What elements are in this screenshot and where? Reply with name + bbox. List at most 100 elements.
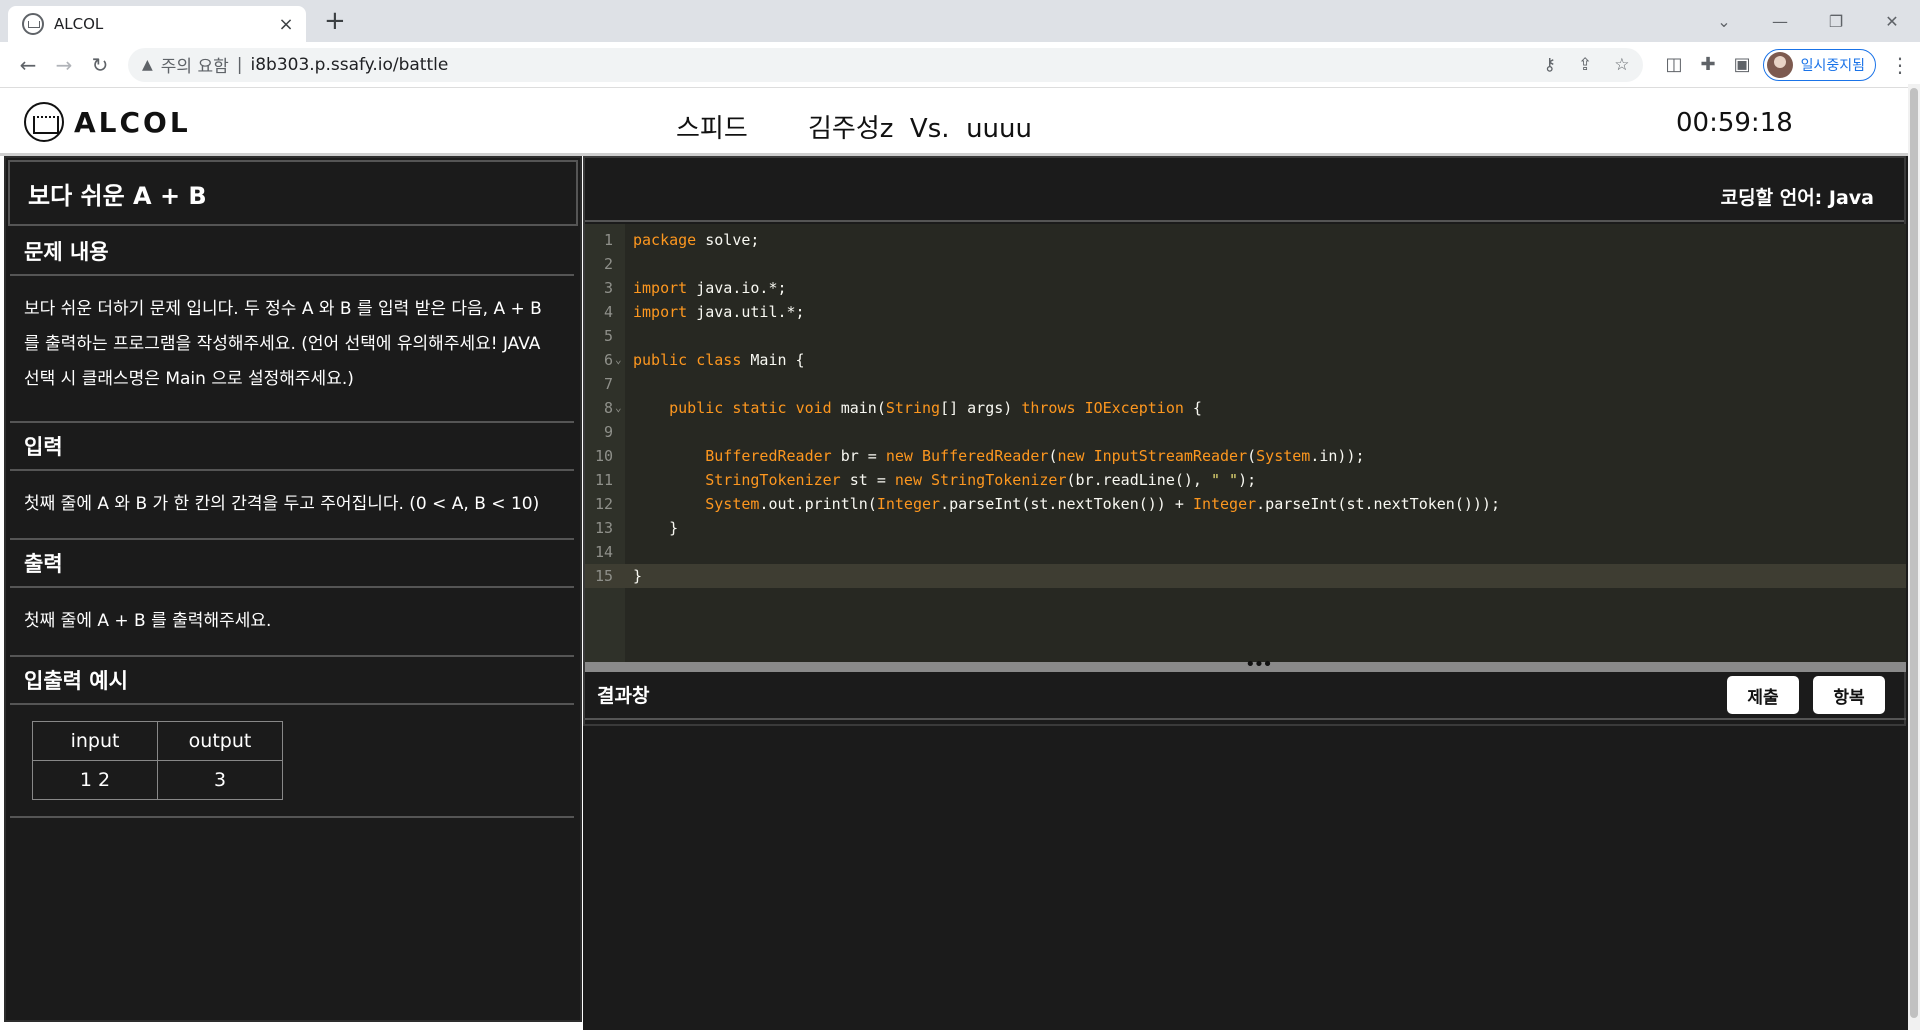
line-number: 1: [603, 231, 613, 249]
avatar: [1766, 51, 1793, 78]
line-number: 10: [594, 447, 613, 465]
star-icon[interactable]: ☆: [1614, 55, 1629, 75]
app-header: ALCOL 스피드 김주성z Vs. uuuu 00:59:18: [0, 88, 1920, 156]
fold-chevron-icon[interactable]: ⌄: [615, 396, 622, 420]
code-line[interactable]: 4 import java.util.*;: [585, 300, 1906, 324]
input-text: 첫째 줄에 A 와 B 가 한 칸의 간격을 두고 주어집니다. (0 < A,…: [10, 471, 574, 540]
scrollbar-thumb[interactable]: [1910, 88, 1918, 1018]
tab-title: ALCOL: [54, 15, 104, 33]
fold-chevron-icon[interactable]: ⌄: [615, 348, 622, 372]
key-icon[interactable]: ⚷: [1544, 55, 1556, 75]
warning-icon[interactable]: ▲: [142, 57, 153, 73]
surrender-button[interactable]: 항복: [1813, 676, 1885, 714]
content-heading: 문제 내용: [10, 228, 574, 276]
browser-tabbar: ALCOL × + ⌄ — ❐ ✕: [0, 0, 1920, 42]
puzzle-icon[interactable]: ✚: [1700, 54, 1715, 75]
window-controls: ⌄ — ❐ ✕: [1696, 0, 1920, 42]
profile-label: 일시중지됨: [1800, 57, 1865, 74]
restore-icon[interactable]: ❐: [1808, 0, 1864, 42]
submit-button[interactable]: 제출: [1727, 676, 1799, 714]
result-output: [583, 726, 1906, 1026]
browser-tab[interactable]: ALCOL ×: [8, 6, 306, 42]
security-warning[interactable]: 주의 요함: [161, 52, 229, 77]
line-number: 14: [594, 543, 613, 561]
code-line[interactable]: 13 }: [585, 516, 1906, 540]
code-text: StringTokenizer st = new StringTokenizer…: [705, 471, 1257, 489]
examples-header-output: output: [157, 721, 283, 761]
code-line[interactable]: 2: [585, 252, 1906, 276]
code-text: public class Main {: [633, 351, 805, 369]
line-number: 3: [603, 279, 613, 297]
tab-search-icon[interactable]: ⌄: [1696, 0, 1752, 42]
battle-main: 보다 쉬운 A + B 문제 내용 보다 쉬운 더하기 문제 입니다. 두 정수…: [0, 156, 1908, 1030]
new-tab-icon[interactable]: +: [324, 6, 346, 36]
line-number: 7: [603, 375, 613, 393]
code-editor[interactable]: 1 package solve; 2 3 import java.io.*; 4 impor…: [585, 224, 1906, 662]
code-line[interactable]: 5: [585, 324, 1906, 348]
line-number: 9: [603, 423, 613, 441]
url-text[interactable]: i8b303.p.ssafy.io/battle: [250, 55, 448, 75]
code-text: package solve;: [633, 231, 760, 249]
code-line[interactable]: 10 BufferedReader br = new BufferedReade…: [585, 444, 1906, 468]
code-line[interactable]: 3 import java.io.*;: [585, 276, 1906, 300]
output-text: 첫째 줄에 A + B 를 출력해주세요.: [10, 588, 574, 657]
logo-text: ALCOL: [74, 105, 191, 139]
code-line[interactable]: 1 package solve;: [585, 228, 1906, 252]
result-bar: 결과창 제출 항복: [585, 670, 1906, 720]
sidepanel-icon[interactable]: ▣: [1734, 54, 1751, 75]
example-output: 3: [157, 760, 283, 800]
code-text: public static void main(String[] args) t…: [669, 399, 1202, 417]
reload-icon[interactable]: ↻: [82, 47, 118, 83]
line-number: 11: [594, 471, 613, 489]
profile-button[interactable]: 일시중지됨: [1762, 48, 1876, 81]
code-line[interactable]: 11 StringTokenizer st = new StringTokeni…: [585, 468, 1906, 492]
code-line[interactable]: 7: [585, 372, 1906, 396]
logo[interactable]: ALCOL: [24, 102, 191, 142]
battle-mode: 스피드: [676, 114, 748, 144]
code-text: System.out.println(Integer.parseInt(st.n…: [705, 495, 1500, 513]
code-line[interactable]: 15}: [585, 564, 1906, 588]
code-line[interactable]: 6 ⌄ public class Main {: [585, 348, 1906, 372]
language-label: 코딩할 언어: Java: [1720, 187, 1874, 209]
editor-container: 코딩할 언어: Java 1 package solve; 2 3 import jav…: [583, 156, 1906, 726]
examples-heading: 입출력 예시: [10, 657, 574, 705]
code-line[interactable]: 9: [585, 420, 1906, 444]
examples-header-input: input: [32, 721, 158, 761]
page-scrollbar[interactable]: [1908, 84, 1920, 1030]
line-number: 5: [603, 327, 613, 345]
globe-icon: [22, 13, 44, 35]
url-separator: |: [236, 54, 243, 75]
result-heading: 결과창: [597, 684, 650, 707]
code-text: import java.util.*;: [633, 303, 805, 321]
minimize-icon[interactable]: —: [1752, 0, 1808, 42]
browser-toolbar: ← → ↻ ▲ 주의 요함 | i8b303.p.ssafy.io/battle…: [0, 42, 1920, 88]
menu-icon[interactable]: ⋮: [1890, 53, 1910, 77]
line-number: 2: [603, 255, 613, 273]
code-line[interactable]: 8 ⌄ public static void main(String[] args…: [585, 396, 1906, 420]
line-number: 13: [594, 519, 613, 537]
line-number: 15: [594, 567, 613, 585]
share-icon[interactable]: ⇪: [1578, 55, 1592, 75]
editor-panel: 코딩할 언어: Java 1 package solve; 2 3 import jav…: [583, 156, 1908, 1030]
problem-title: 보다 쉬운 A + B: [8, 160, 578, 226]
timer: 00:59:18: [1676, 108, 1793, 138]
address-bar[interactable]: ▲ 주의 요함 | i8b303.p.ssafy.io/battle ⚷ ⇪ ☆: [128, 47, 1644, 82]
output-heading: 출력: [10, 540, 574, 588]
language-bar: 코딩할 언어: Java: [585, 158, 1904, 222]
close-window-icon[interactable]: ✕: [1864, 0, 1920, 42]
examples-table: input output 1 2 3: [32, 721, 283, 800]
extension-icon[interactable]: ◫: [1665, 54, 1682, 75]
tab-close-icon[interactable]: ×: [276, 14, 296, 35]
forward-icon[interactable]: →: [46, 47, 82, 83]
code-text: }: [633, 519, 679, 537]
code-text: import java.io.*;: [633, 279, 787, 297]
code-line[interactable]: 12 System.out.println(Integer.parseInt(s…: [585, 492, 1906, 516]
back-icon[interactable]: ←: [10, 47, 46, 83]
line-number: 12: [594, 495, 613, 513]
code-line[interactable]: 14: [585, 540, 1906, 564]
line-number: 6: [603, 351, 613, 369]
code-text: BufferedReader br = new BufferedReader(n…: [705, 447, 1365, 465]
input-heading: 입력: [10, 423, 574, 471]
matchup: 김주성z Vs. uuuu: [808, 114, 1032, 144]
content-text: 보다 쉬운 더하기 문제 입니다. 두 정수 A 와 B 를 입력 받은 다음,…: [10, 276, 574, 423]
